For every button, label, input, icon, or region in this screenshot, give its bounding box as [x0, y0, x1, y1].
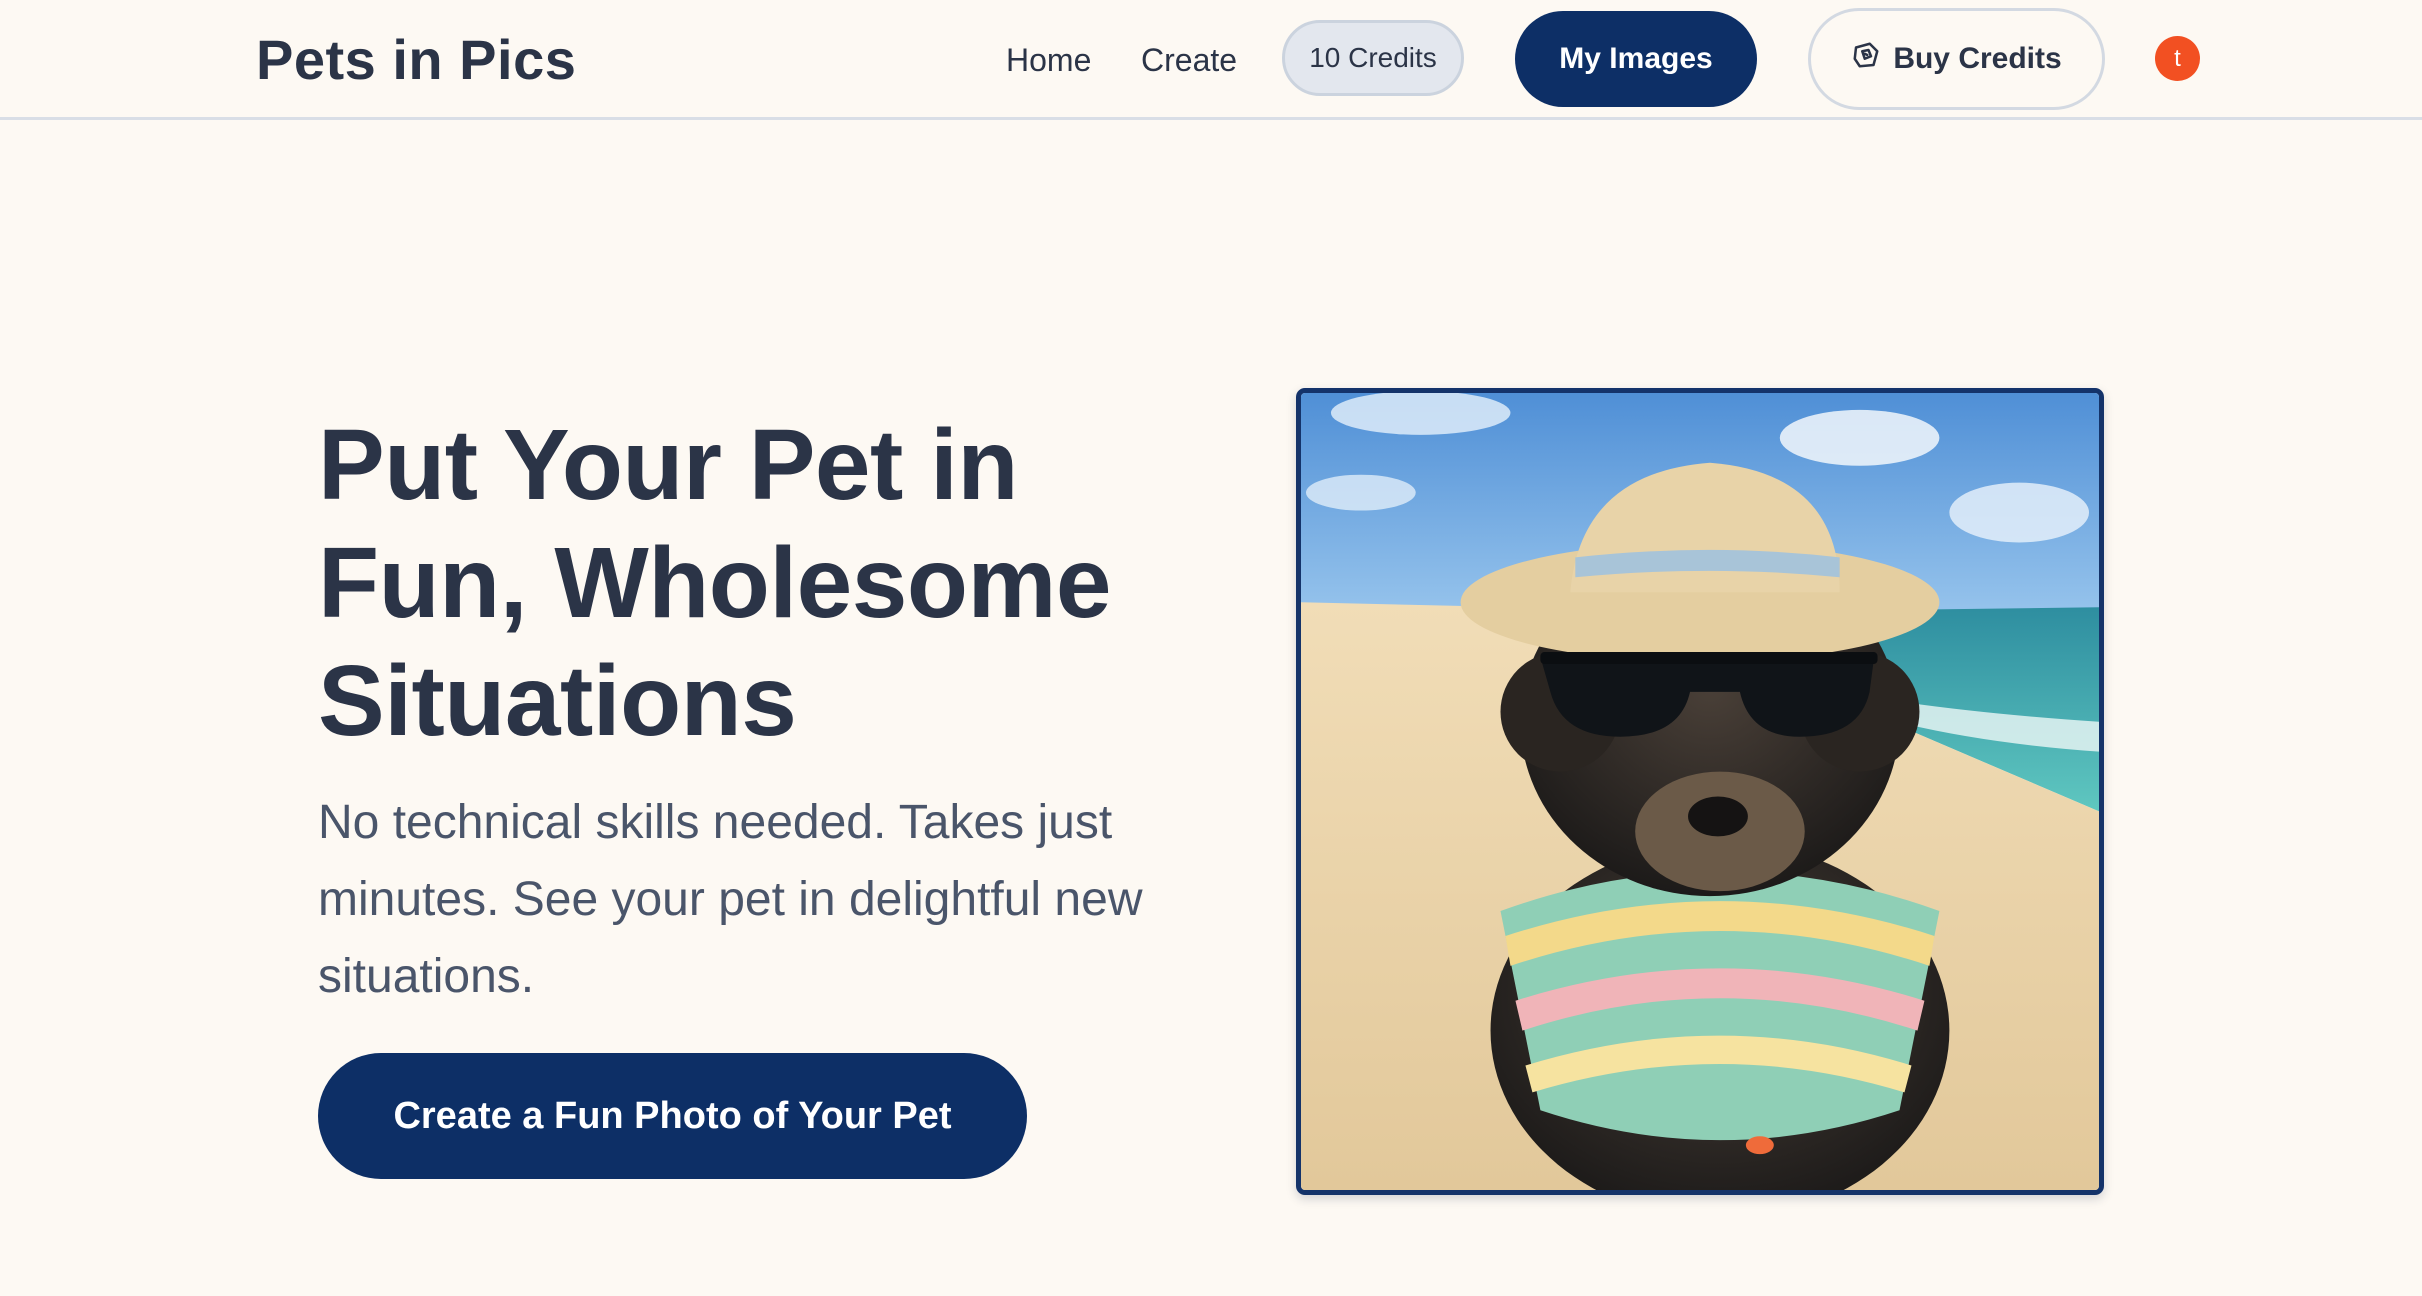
ticket-icon [1851, 40, 1881, 78]
user-avatar[interactable]: t [2155, 36, 2200, 81]
hero-pet-photo [1296, 388, 2104, 1195]
top-navbar: Pets in Pics Home Create 10 Credits My I… [0, 0, 2422, 120]
credits-badge-label: 10 Credits [1309, 42, 1437, 73]
brand-logo[interactable]: Pets in Pics [256, 28, 576, 92]
nav-create-link[interactable]: Create [1141, 40, 1237, 80]
avatar-initial: t [2174, 44, 2181, 72]
my-images-button[interactable]: My Images [1515, 11, 1757, 107]
hero-subtitle: No technical skills needed. Takes just m… [318, 796, 1143, 1003]
credits-badge: 10 Credits [1282, 20, 1464, 96]
create-photo-label: Create a Fun Photo of Your Pet [393, 1094, 952, 1137]
buy-credits-button[interactable]: Buy Credits [1808, 8, 2105, 110]
dog-on-beach-photo-icon [1301, 393, 2099, 1190]
my-images-label: My Images [1559, 42, 1713, 75]
nav-home-link[interactable]: Home [1006, 40, 1091, 80]
buy-credits-label: Buy Credits [1893, 42, 2062, 75]
create-photo-button[interactable]: Create a Fun Photo of Your Pet [318, 1053, 1027, 1179]
hero-title: Put Your Pet in Fun, Wholesome Situation… [318, 409, 1112, 757]
